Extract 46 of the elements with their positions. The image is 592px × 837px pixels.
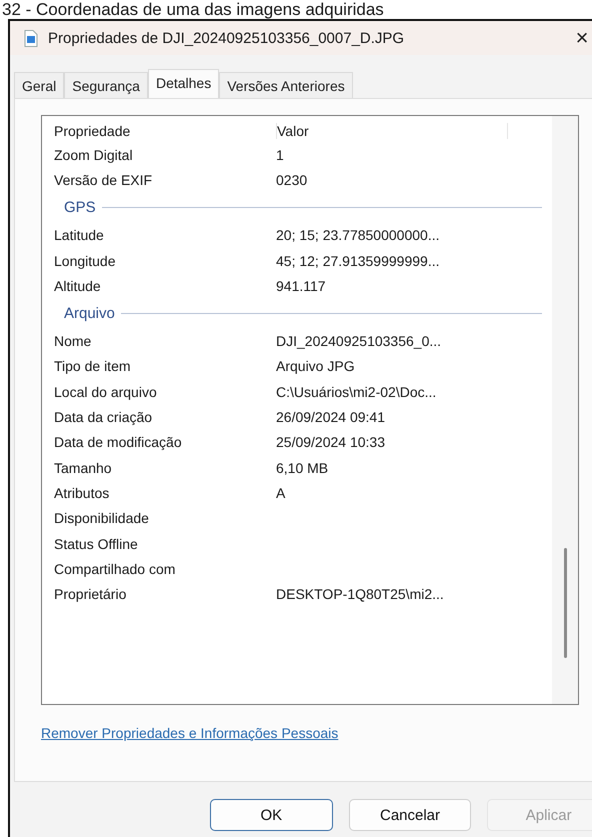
- property-value: 941.117: [276, 278, 326, 294]
- column-header[interactable]: Valor: [277, 123, 508, 139]
- property-value: 0230: [276, 172, 308, 188]
- property-name: Compartilhado com: [54, 560, 176, 577]
- property-value: 26/09/2024 09:41: [276, 409, 385, 426]
- property-name: Tipo de item: [54, 358, 132, 374]
- property-name: Status Offline: [54, 536, 139, 552]
- property-name: Data de modificação: [54, 434, 183, 450]
- tab[interactable]: Segurança: [64, 72, 148, 98]
- dialog-button[interactable]: Cancelar: [348, 799, 472, 831]
- property-value: Arquivo JPG: [276, 358, 355, 374]
- property-name: Proprietário: [54, 586, 128, 602]
- property-value: 20; 15; 23.77850000000...: [276, 227, 440, 244]
- tab[interactable]: Detalhes: [148, 69, 220, 98]
- property-name: Zoom Digital: [54, 146, 134, 163]
- property-value: A: [276, 484, 286, 501]
- window-title: Propriedades de DJI_20240925103356_0007_D.JPG: [48, 30, 406, 46]
- column-header[interactable]: Propriedade: [54, 123, 277, 139]
- scrollbar-thumb[interactable]: [564, 548, 567, 658]
- property-value: 25/09/2024 10:33: [276, 434, 385, 450]
- remove-properties-link[interactable]: Remover Propriedades e Informações Pessoais: [41, 725, 338, 741]
- figure-caption: 32 - Coordenadas de uma das imagens adquiridas: [1, 0, 385, 19]
- property-value: DJI_20240925103356_0...: [276, 333, 442, 350]
- property-name: Disponibilidade: [54, 510, 150, 526]
- tab[interactable]: Versões Anteriores: [219, 72, 353, 98]
- property-name: Tamanho: [54, 460, 113, 476]
- property-name: Altitude: [54, 278, 102, 294]
- group-header: GPS: [64, 199, 96, 216]
- property-value: 45; 12; 27.91359999999...: [276, 252, 440, 269]
- property-value: DESKTOP-1Q80T25\mi2...: [276, 586, 444, 602]
- property-name: Atributos: [54, 484, 110, 501]
- property-value: C:\Usuários\mi2-02\Doc...: [276, 384, 436, 400]
- property-name: Latitude: [54, 227, 105, 244]
- property-value: 1: [276, 146, 284, 163]
- property-name: Nome: [54, 333, 92, 350]
- scrollbar[interactable]: [552, 116, 578, 704]
- dialog-button[interactable]: OK: [210, 799, 333, 831]
- tab[interactable]: Geral: [14, 72, 64, 98]
- property-name: Longitude: [54, 252, 117, 269]
- group-header: Arquivo: [64, 304, 115, 322]
- property-name: Versão de EXIF: [54, 172, 154, 188]
- image-file-icon: [24, 30, 38, 46]
- property-name: Local do arquivo: [54, 384, 158, 400]
- property-name: Data da criação: [54, 409, 154, 426]
- property-value: 6,10 MB: [276, 460, 328, 476]
- close-button[interactable]: ×: [562, 25, 592, 51]
